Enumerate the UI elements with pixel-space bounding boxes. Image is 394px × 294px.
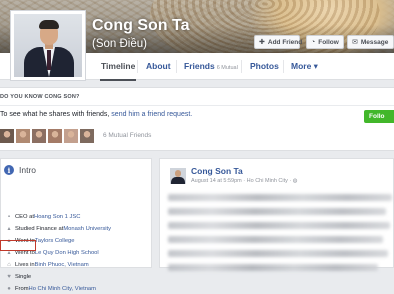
divider bbox=[0, 105, 394, 106]
info-icon: i bbox=[4, 165, 14, 175]
profile-alternate-name: (Son Điều) bbox=[92, 38, 147, 50]
intro-item-text: Lives in bbox=[15, 261, 35, 268]
send-friend-request-link[interactable]: send him a friend request. bbox=[111, 111, 192, 118]
blurred-text-line bbox=[168, 222, 390, 229]
friend-request-prompt: To see what he shares with friends, send… bbox=[0, 111, 192, 118]
tab-divider bbox=[283, 60, 284, 73]
timeline-post: Cong Son Ta August 14 at 5:59pm · Ho Chi… bbox=[159, 158, 394, 271]
profile-name[interactable]: Cong Son Ta bbox=[92, 17, 189, 35]
rss-icon: ◔ bbox=[311, 38, 316, 46]
message-label: Message bbox=[360, 38, 389, 46]
intro-card: i Intro ▪ CEO at Hoang Son 1 JSC ▴ Studied … bbox=[0, 158, 152, 292]
mutual-friend-avatar[interactable] bbox=[32, 129, 46, 143]
blurred-text-line bbox=[168, 208, 386, 215]
add-friend-icon: ✚ bbox=[259, 39, 265, 46]
messenger-icon: ✉ bbox=[352, 39, 358, 46]
intro-item: ⌂ Lives in Binh Phuoc, Vietnam bbox=[5, 259, 89, 270]
graduation-cap-icon: ▴ bbox=[7, 226, 11, 232]
heart-icon: ♥ bbox=[7, 273, 11, 280]
blurred-text-line bbox=[168, 236, 383, 243]
intro-item-link[interactable]: Taylors College bbox=[35, 238, 75, 244]
home-icon: ⌂ bbox=[7, 261, 11, 268]
do-you-know-title: DO YOU KNOW CONG SON? bbox=[0, 94, 80, 100]
intro-item-text: From bbox=[15, 285, 29, 292]
blurred-text-line bbox=[168, 250, 388, 257]
intro-item-link[interactable]: Le Quy Don High School bbox=[35, 250, 99, 256]
blurred-text-line bbox=[168, 194, 392, 201]
intro-item-text: CEO at bbox=[15, 213, 35, 220]
mutual-friend-photos bbox=[0, 129, 96, 143]
mutual-friend-avatar[interactable] bbox=[0, 129, 14, 143]
tab-about[interactable]: About bbox=[146, 53, 171, 80]
profile-photo-image bbox=[14, 14, 82, 77]
add-friend-button[interactable]: ✚ Add Friend bbox=[254, 35, 303, 49]
location-pin-icon: ● bbox=[7, 285, 11, 292]
intro-title: Intro bbox=[19, 165, 37, 175]
single-highlight-box bbox=[0, 240, 36, 251]
intro-item: ♥ Single bbox=[5, 271, 31, 282]
friend-request-text: To see what he shares with friends, bbox=[0, 111, 110, 118]
post-meta: August 14 at 5:59pm · Ho Chi Minh City ·… bbox=[191, 178, 298, 184]
add-friend-label: Add Friend bbox=[267, 38, 303, 46]
tab-photos[interactable]: Photos bbox=[250, 53, 279, 80]
intro-item: ● From Ho Chi Minh City, Vietnam bbox=[5, 283, 96, 294]
mutual-friends-count[interactable]: 6 Mutual Friends bbox=[103, 132, 151, 139]
intro-item-link[interactable]: Ho Chi Minh City, Vietnam bbox=[29, 286, 96, 292]
intro-item-text: Studied Finance at bbox=[15, 225, 64, 232]
do-you-know-panel: DO YOU KNOW CONG SON? To see what he sha… bbox=[0, 87, 394, 151]
intro-item-link[interactable]: Monash University bbox=[63, 226, 111, 232]
tab-divider bbox=[137, 60, 138, 73]
tab-more[interactable]: More ▾ bbox=[291, 53, 318, 80]
mutual-friend-avatar[interactable] bbox=[16, 129, 30, 143]
globe-icon: ◍ bbox=[292, 178, 298, 184]
intro-header: i Intro bbox=[4, 165, 36, 175]
post-timestamp-location[interactable]: August 14 at 5:59pm · Ho Chi Minh City · bbox=[191, 178, 293, 184]
briefcase-icon: ▪ bbox=[7, 213, 11, 220]
intro-item-link[interactable]: Binh Phuoc, Vietnam bbox=[35, 262, 89, 268]
tab-friends[interactable]: Friends 6 Mutual bbox=[184, 53, 238, 80]
mutual-friend-avatar[interactable] bbox=[48, 129, 62, 143]
tab-divider bbox=[241, 60, 242, 73]
profile-picture[interactable] bbox=[10, 10, 86, 81]
tab-timeline[interactable]: Timeline bbox=[99, 53, 137, 81]
post-body-blurred bbox=[168, 194, 394, 278]
follow-green-label: Follo bbox=[369, 113, 385, 120]
intro-item-link[interactable]: Hoang Son 1 JSC bbox=[34, 214, 80, 220]
intro-item-text: Single bbox=[15, 273, 32, 280]
intro-item: ▪ CEO at Hoang Son 1 JSC bbox=[5, 211, 81, 222]
post-author-avatar[interactable] bbox=[170, 168, 186, 184]
mutual-friend-avatar[interactable] bbox=[80, 129, 94, 143]
message-button[interactable]: ✉ Message bbox=[347, 35, 394, 49]
follow-label: Follow bbox=[318, 38, 339, 46]
tab-divider bbox=[176, 60, 177, 73]
tab-friends-label: Friends bbox=[184, 61, 215, 71]
follow-green-button[interactable]: Follo bbox=[364, 110, 394, 123]
post-author-name[interactable]: Cong Son Ta bbox=[191, 166, 243, 176]
intro-item: ▴ Studied Finance at Monash University bbox=[5, 223, 111, 234]
mutual-friend-avatar[interactable] bbox=[64, 129, 78, 143]
blurred-text-line bbox=[168, 264, 378, 271]
follow-button[interactable]: ◔ Follow bbox=[306, 35, 344, 49]
tab-friends-mutual-count: 6 Mutual bbox=[216, 65, 238, 71]
